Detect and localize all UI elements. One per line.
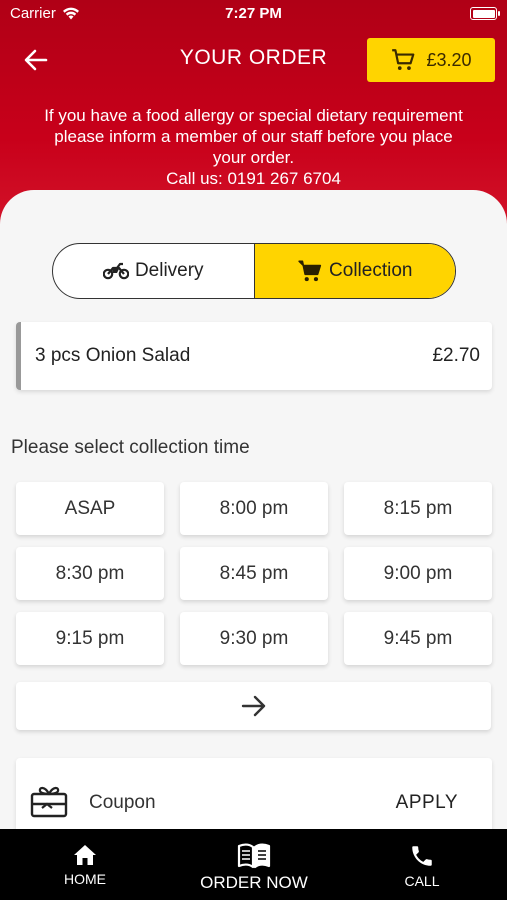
- collection-option[interactable]: Collection: [254, 244, 455, 298]
- item-name: 3 pcs Onion Salad: [35, 345, 191, 366]
- collection-label: Collection: [329, 260, 413, 281]
- motorbike-icon: [102, 262, 129, 280]
- phone-icon: [412, 846, 432, 866]
- time-slot[interactable]: 9:45 pm: [344, 612, 492, 665]
- allergy-notice: If you have a food allergy or special di…: [0, 105, 507, 189]
- home-icon: [74, 845, 96, 865]
- allergy-line: your order.: [212, 148, 295, 167]
- cart-icon: [298, 260, 322, 282]
- allergy-line: If you have a food allergy or special di…: [44, 106, 463, 125]
- time-slot[interactable]: 9:30 pm: [180, 612, 328, 665]
- status-bar: Carrier 7:27 PM: [0, 0, 507, 28]
- delivery-option[interactable]: Delivery: [53, 244, 255, 298]
- tab-order-now[interactable]: ORDER NOW: [188, 829, 320, 900]
- tab-label: HOME: [64, 871, 106, 887]
- item-price: £2.70: [432, 345, 480, 366]
- time-slot[interactable]: ASAP: [16, 482, 164, 535]
- cart-icon: [392, 49, 415, 70]
- time-slot[interactable]: 9:00 pm: [344, 547, 492, 600]
- more-times-button[interactable]: [16, 682, 491, 730]
- tab-label: ORDER NOW: [200, 873, 308, 892]
- tab-call[interactable]: CALL: [377, 829, 467, 900]
- cart-total-button[interactable]: £3.20: [367, 38, 495, 82]
- tab-home[interactable]: HOME: [40, 829, 130, 900]
- battery-icon: [470, 7, 500, 20]
- delivery-label: Delivery: [134, 260, 204, 281]
- time-slot[interactable]: 8:00 pm: [180, 482, 328, 535]
- apply-coupon-button[interactable]: APPLY: [396, 792, 458, 814]
- tab-label: CALL: [404, 873, 440, 889]
- arrow-right-icon: [241, 695, 265, 717]
- gift-card-icon: [30, 786, 68, 818]
- clock: 7:27 PM: [225, 5, 282, 22]
- bottom-tab-bar: HOME ORDER NOW CALL: [0, 829, 507, 900]
- cart-total: £3.20: [426, 49, 472, 70]
- coupon-label[interactable]: Coupon: [89, 792, 156, 814]
- menu-book-icon: [237, 843, 271, 869]
- time-slot[interactable]: 8:30 pm: [16, 547, 164, 600]
- time-slot[interactable]: 8:15 pm: [344, 482, 492, 535]
- order-item[interactable]: 3 pcs Onion Salad £2.70: [16, 322, 492, 390]
- order-type-toggle: Delivery Collection: [52, 243, 456, 299]
- phone-number[interactable]: Call us: 0191 267 6704: [12, 168, 495, 189]
- time-slot[interactable]: 9:15 pm: [16, 612, 164, 665]
- time-slot[interactable]: 8:45 pm: [180, 547, 328, 600]
- collection-time-prompt: Please select collection time: [11, 437, 250, 458]
- allergy-line: please inform a member of our staff befo…: [54, 127, 453, 146]
